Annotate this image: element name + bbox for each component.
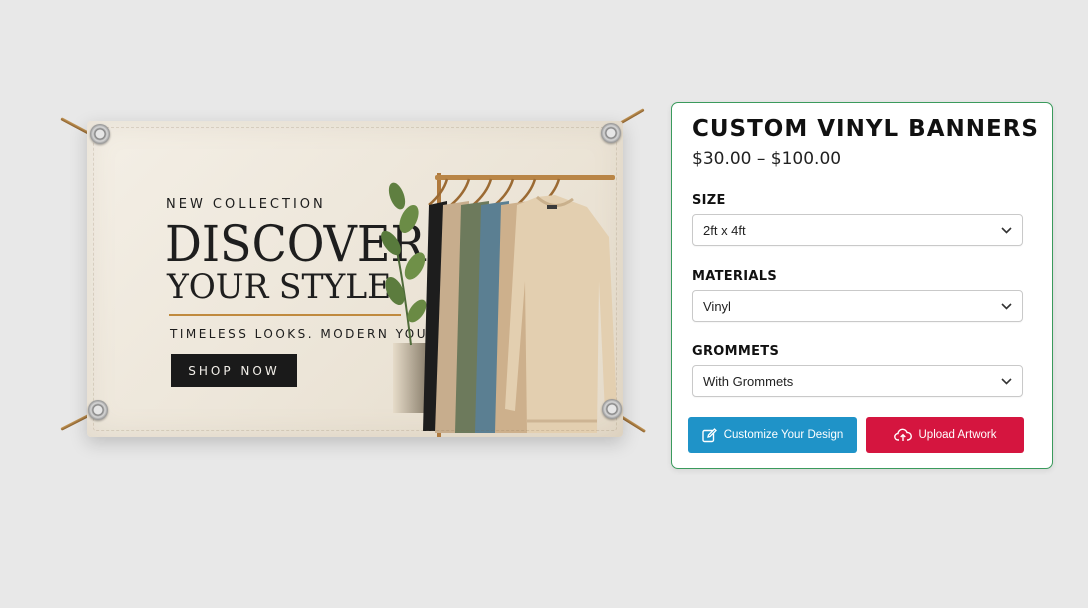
upload-artwork-label: Upload Artwork: [918, 429, 997, 441]
banner-headline-line2: YOUR STYLE: [167, 267, 392, 307]
chevron-down-icon: [1000, 224, 1012, 236]
materials-label: MATERIALS: [692, 269, 777, 284]
banner-divider: [169, 314, 401, 316]
cloud-upload-icon: [893, 428, 912, 442]
grommet-icon: [88, 400, 108, 420]
chevron-down-icon: [1000, 300, 1012, 312]
materials-select-value: Vinyl: [703, 298, 731, 314]
customize-design-label: Customize Your Design: [723, 429, 844, 441]
banner-canvas: NEW COLLECTION DISCOVER YOUR STYLE TIMEL…: [87, 121, 623, 437]
grommet-icon: [601, 123, 621, 143]
shop-now-button[interactable]: SHOP NOW: [171, 354, 297, 387]
product-title: CUSTOM VINYL BANNERS: [692, 116, 1039, 142]
grommets-select-value: With Grommets: [703, 373, 794, 389]
size-select[interactable]: 2ft x 4ft: [692, 214, 1023, 246]
product-price-range: $30.00 – $100.00: [692, 149, 842, 169]
banner-kicker: NEW COLLECTION: [166, 197, 326, 212]
grommet-icon: [602, 399, 622, 419]
vinyl-banner-preview: NEW COLLECTION DISCOVER YOUR STYLE TIMEL…: [55, 105, 655, 445]
grommets-select[interactable]: With Grommets: [692, 365, 1023, 397]
grommet-icon: [90, 124, 110, 144]
size-label: SIZE: [692, 193, 726, 208]
product-options-panel: CUSTOM VINYL BANNERS $30.00 – $100.00 SI…: [671, 102, 1053, 469]
customize-design-button[interactable]: Customize Your Design: [688, 417, 857, 453]
upload-artwork-button[interactable]: Upload Artwork: [866, 417, 1024, 453]
size-select-value: 2ft x 4ft: [703, 222, 746, 238]
grommets-label: GROMMETS: [692, 344, 780, 359]
plant-icon: [381, 182, 431, 413]
edit-icon: [702, 427, 717, 443]
materials-select[interactable]: Vinyl: [692, 290, 1023, 322]
clothing-rack-illustration: [381, 173, 617, 437]
chevron-down-icon: [1000, 375, 1012, 387]
